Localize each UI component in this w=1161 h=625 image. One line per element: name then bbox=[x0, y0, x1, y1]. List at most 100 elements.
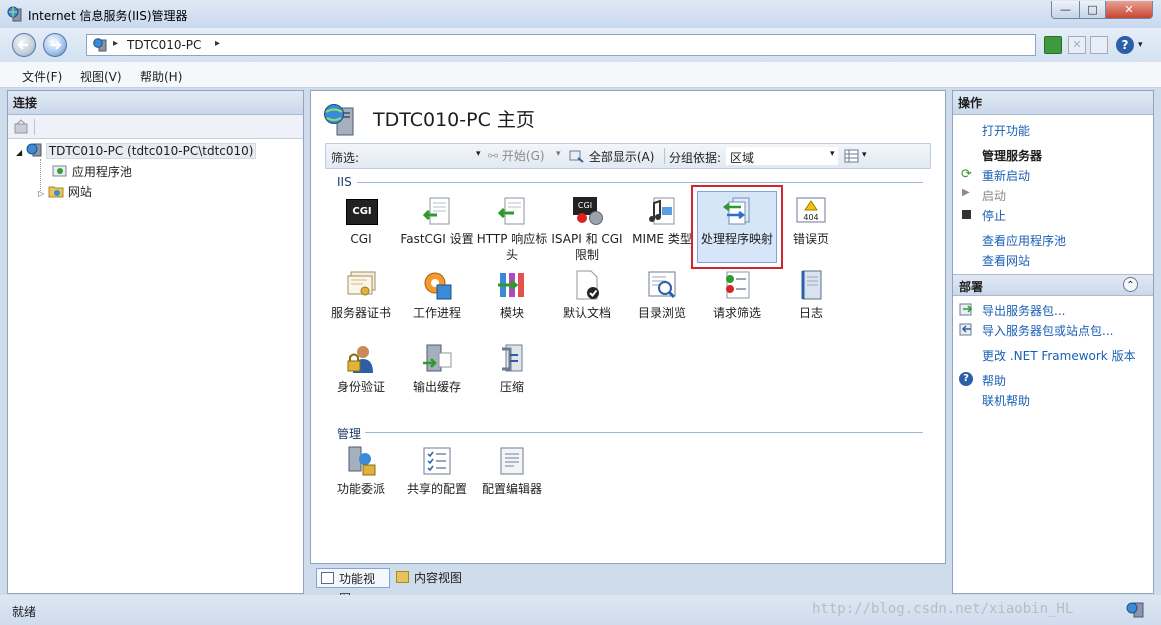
section-label-management: 管理 bbox=[337, 427, 362, 441]
feature-logging[interactable]: 日志 bbox=[773, 269, 849, 321]
server-status-icon bbox=[1126, 602, 1144, 618]
filter-dropdown-icon[interactable]: ▾ bbox=[476, 149, 481, 159]
stop-link[interactable]: 停止 bbox=[982, 207, 1006, 224]
feature-label: 日志 bbox=[798, 306, 823, 320]
close-button[interactable]: ✕ bbox=[1105, 1, 1153, 19]
feature-label: 默认文档 bbox=[562, 306, 611, 320]
show-all-button[interactable]: 全部显示(A) bbox=[569, 148, 654, 165]
tree-node-sites[interactable]: ▷ 网站 bbox=[38, 183, 92, 200]
feature-config-editor[interactable]: 配置编辑器 bbox=[474, 445, 550, 497]
group-by-select[interactable]: 区域 ▾ bbox=[726, 147, 838, 165]
stop-icon[interactable]: ✕ bbox=[1068, 36, 1086, 54]
feature-http-headers[interactable]: HTTP 响应标头 bbox=[474, 195, 550, 263]
view-mode-dropdown-icon[interactable]: ▾ bbox=[862, 150, 867, 160]
feature-error-pages[interactable]: 404 错误页 bbox=[773, 195, 849, 247]
feature-delegation[interactable]: 功能委派 bbox=[323, 445, 399, 497]
http-headers-icon bbox=[496, 195, 528, 227]
tab-content-view[interactable]: 内容视图 bbox=[392, 568, 466, 588]
import-package-icon bbox=[959, 323, 972, 336]
menu-help[interactable]: 帮助(H) bbox=[140, 68, 182, 85]
feature-fastcgi[interactable]: FastCGI 设置 bbox=[399, 195, 475, 247]
home-icon[interactable] bbox=[1090, 36, 1108, 54]
forward-button[interactable] bbox=[43, 33, 67, 57]
feature-label: HTTP 响应标头 bbox=[476, 232, 548, 262]
group-by-value: 区域 bbox=[730, 151, 755, 165]
change-net-version-link[interactable]: 更改 .NET Framework 版本 bbox=[982, 347, 1136, 364]
back-button[interactable] bbox=[12, 33, 36, 57]
certificates-icon bbox=[345, 269, 377, 301]
feature-authentication[interactable]: 身份验证 bbox=[323, 343, 399, 395]
breadcrumb-separator-icon[interactable]: ▸ bbox=[215, 38, 220, 49]
go-dropdown-icon[interactable]: ▾ bbox=[556, 149, 561, 159]
tab-features-view[interactable]: 功能视图 bbox=[316, 568, 390, 606]
tree-node-server[interactable]: ◢ TDTC010-PC (tdtc010-PC\tdtc010) bbox=[16, 143, 257, 159]
online-help-link[interactable]: 联机帮助 bbox=[982, 392, 1030, 409]
feature-label: 模块 bbox=[499, 306, 524, 320]
menu-bar: 文件(F) 视图(V) 帮助(H) bbox=[0, 62, 1161, 88]
connect-icon[interactable] bbox=[13, 119, 29, 135]
deploy-header: 部署 bbox=[959, 280, 984, 294]
open-feature-link[interactable]: 打开功能 bbox=[982, 122, 1030, 139]
restart-link[interactable]: 重新启动 bbox=[982, 167, 1030, 184]
minimize-button[interactable]: — bbox=[1051, 1, 1080, 19]
feature-label: MIME 类型 bbox=[632, 232, 692, 246]
view-mode-icon[interactable] bbox=[844, 149, 860, 163]
worker-processes-icon bbox=[421, 269, 453, 301]
maximize-button[interactable]: □ bbox=[1079, 1, 1106, 19]
feature-label: 身份验证 bbox=[336, 380, 385, 394]
logging-icon bbox=[795, 269, 827, 301]
collapse-icon[interactable]: ⌃ bbox=[1123, 277, 1138, 292]
toolbar-divider bbox=[34, 119, 35, 135]
tree-node-app-pools[interactable]: 应用程序池 bbox=[52, 163, 132, 180]
back-arrow-icon bbox=[17, 40, 28, 50]
breadcrumb-host[interactable]: TDTC010-PC bbox=[127, 38, 201, 52]
view-sites-link[interactable]: 查看网站 bbox=[982, 252, 1030, 269]
filter-bar: 筛选: ▾ ⚯ 开始(G) ▾ 全部显示(A) 分组依据: 区域 ▾ ▾ bbox=[325, 143, 931, 169]
feature-worker-processes[interactable]: 工作进程 bbox=[399, 269, 475, 321]
tree-node-label: 网站 bbox=[67, 185, 92, 199]
deploy-header-bar: 部署 ⌃ bbox=[953, 274, 1153, 296]
tree-expander-icon[interactable]: ▷ bbox=[38, 189, 44, 198]
actions-panel: 操作 打开功能 管理服务器 ⟳ 重新启动 ▶ 启动 停止 查看应用程序池 查看网… bbox=[952, 90, 1154, 594]
refresh-icon[interactable] bbox=[1044, 36, 1062, 54]
go-button[interactable]: ⚯ 开始(G) bbox=[488, 147, 545, 164]
stop-square-icon bbox=[962, 210, 971, 219]
feature-shared-config[interactable]: 共享的配置 bbox=[399, 445, 475, 497]
feature-label: 配置编辑器 bbox=[481, 482, 542, 496]
view-app-pools-link[interactable]: 查看应用程序池 bbox=[982, 232, 1066, 249]
request-filtering-icon bbox=[721, 269, 753, 301]
help-icon[interactable]: ? bbox=[1116, 36, 1134, 54]
import-package-link[interactable]: 导入服务器包或站点包... bbox=[982, 322, 1113, 339]
feature-handler-mappings[interactable]: 处理程序映射 bbox=[699, 195, 775, 247]
feature-mime[interactable]: MIME 类型 bbox=[624, 195, 700, 247]
help-link[interactable]: 帮助 bbox=[982, 372, 1006, 389]
mime-icon bbox=[646, 195, 678, 227]
feature-cgi[interactable]: CGI CGI bbox=[323, 195, 399, 247]
feature-default-document[interactable]: 默认文档 bbox=[549, 269, 625, 321]
feature-label: 错误页 bbox=[792, 232, 829, 246]
feature-compression[interactable]: 压缩 bbox=[474, 343, 550, 395]
feature-modules[interactable]: 模块 bbox=[474, 269, 550, 321]
address-field[interactable]: ▸ TDTC010-PC ▸ bbox=[86, 34, 1036, 56]
shared-config-icon bbox=[421, 445, 453, 477]
feature-request-filtering[interactable]: 请求筛选 bbox=[699, 269, 775, 321]
error-pages-icon: 404 bbox=[795, 195, 827, 227]
feature-label: 工作进程 bbox=[412, 306, 461, 320]
feature-isapi[interactable]: CGI ISAPI 和 CGI 限制 bbox=[549, 195, 625, 263]
tree-expander-icon[interactable]: ◢ bbox=[16, 148, 22, 157]
view-tabs: 功能视图 内容视图 bbox=[310, 566, 946, 606]
export-package-icon bbox=[959, 303, 973, 316]
filter-input[interactable] bbox=[364, 147, 488, 165]
menu-file[interactable]: 文件(F) bbox=[22, 68, 62, 85]
actions-header: 操作 bbox=[953, 91, 1153, 115]
help-dropdown-icon[interactable]: ▾ bbox=[1138, 40, 1143, 50]
connections-panel: 连接 ◢ TDTC010-PC (tdtc010-PC\tdtc010) 应用程… bbox=[7, 90, 304, 594]
feature-directory-browsing[interactable]: 目录浏览 bbox=[624, 269, 700, 321]
handler-mappings-icon bbox=[721, 195, 753, 227]
menu-view[interactable]: 视图(V) bbox=[80, 68, 122, 85]
feature-output-caching[interactable]: 输出缓存 bbox=[399, 343, 475, 395]
status-text: 就绪 bbox=[12, 605, 37, 619]
export-package-link[interactable]: 导出服务器包... bbox=[982, 302, 1065, 319]
server-home-icon bbox=[324, 104, 354, 136]
feature-server-certificates[interactable]: 服务器证书 bbox=[323, 269, 399, 321]
